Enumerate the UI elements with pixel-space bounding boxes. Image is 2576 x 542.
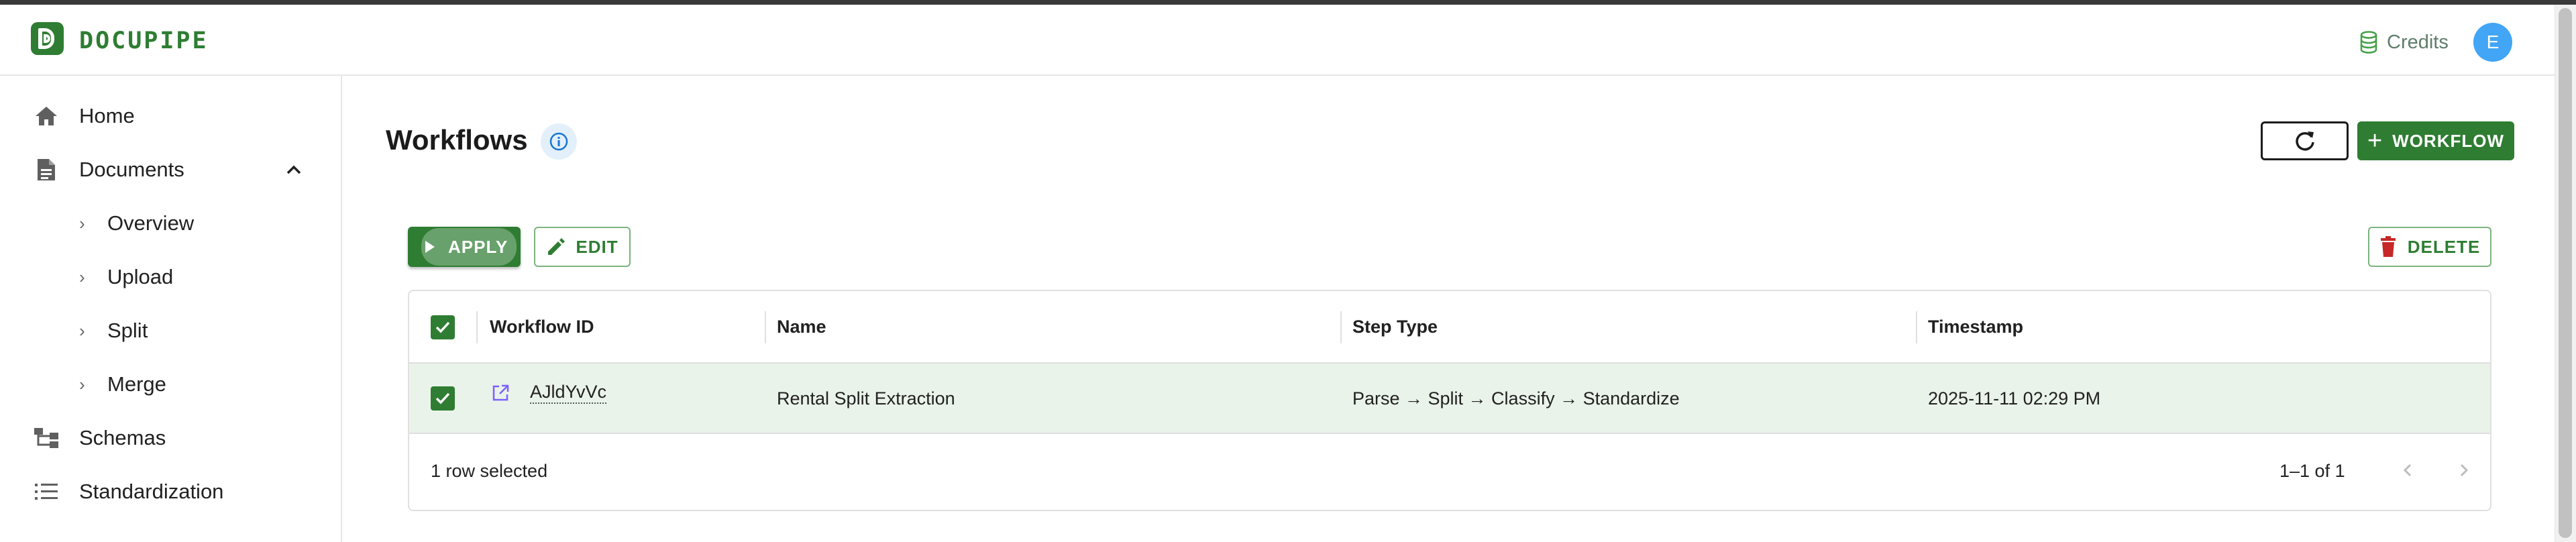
info-icon[interactable] [541,123,577,160]
chevron-right-icon: › [79,213,85,233]
sidebar-item-label: Upload [107,265,174,288]
credits-label: Credits [2387,31,2449,53]
chevron-right-icon [2460,464,2469,477]
table-row[interactable]: AJldYvVc Rental Split Extraction Parse →… [409,364,2490,434]
app-bar: DOCUPIPE Credits E [0,5,2555,76]
sidebar-item-overview[interactable]: › Overview [0,197,341,250]
schema-tree-icon [32,424,60,452]
delete-label: DELETE [2407,236,2481,257]
workflow-name: Rental Split Extraction [777,388,955,409]
selected-row-count: 1 row selected [431,461,548,481]
sidebar-item-home[interactable]: Home [0,89,341,143]
page-title: Workflows [386,124,528,156]
delete-button[interactable]: DELETE [2368,227,2491,267]
sidebar: Home Documents › Overview › Upload › Spl… [0,76,342,542]
workflow-timestamp: 2025-11-11 02:29 PM [1928,388,2101,409]
previous-page-button[interactable] [2395,457,2422,484]
refresh-button[interactable] [2261,121,2349,160]
add-workflow-button[interactable]: + WORKFLOW [2357,121,2514,160]
column-header-workflow-id[interactable]: Workflow ID [490,317,594,337]
column-separator[interactable] [1340,311,1342,343]
list-icon [32,478,60,506]
column-separator[interactable] [476,311,478,343]
sidebar-item-standardization[interactable]: Standardization [0,465,341,519]
pencil-icon [548,238,566,255]
scrollbar-thumb[interactable] [2559,8,2572,538]
checkmark-icon [435,392,450,404]
document-icon [32,156,60,184]
docupipe-logo-icon[interactable] [31,22,64,55]
sidebar-item-label: Merge [107,372,166,396]
checkmark-icon [435,321,450,333]
pagination-range: 1–1 of 1 [2279,461,2345,481]
sidebar-item-documents[interactable]: Documents [0,143,341,197]
database-icon [2360,31,2377,54]
sidebar-item-split[interactable]: › Split [0,304,341,358]
edit-label: EDIT [576,236,619,257]
row-checkbox[interactable] [431,386,455,411]
column-header-timestamp[interactable]: Timestamp [1928,317,2023,337]
column-separator[interactable] [765,311,766,343]
sidebar-item-schemas[interactable]: Schemas [0,411,341,465]
brand-name[interactable]: DOCUPIPE [79,28,209,54]
workflow-id-link[interactable]: AJldYvVc [491,382,607,404]
user-avatar[interactable]: E [2473,23,2512,62]
main-content: Workflows + WORKFLOW APPLY EDIT DELETE W… [342,76,2555,542]
sidebar-item-label: Standardization [79,480,224,503]
sidebar-item-label: Documents [79,158,184,181]
trash-icon [2380,236,2396,257]
workflow-id[interactable]: AJldYvVc [530,382,607,404]
sidebar-item-label: Overview [107,211,195,235]
chevron-up-icon[interactable] [282,158,306,182]
sidebar-item-label: Home [79,104,135,127]
column-header-name[interactable]: Name [777,317,826,337]
table-footer: 1 row selected 1–1 of 1 [409,434,2490,510]
plus-icon: + [2367,127,2383,155]
sidebar-item-label: Split [107,319,148,342]
column-separator[interactable] [1916,311,1917,343]
next-page-button[interactable] [2450,457,2477,484]
open-in-new-icon [492,384,509,401]
chevron-right-icon: › [79,266,85,287]
apply-button[interactable]: APPLY [408,227,521,267]
add-workflow-label: WORKFLOW [2392,130,2505,151]
refresh-icon [2295,131,2314,151]
chevron-right-icon: › [79,320,85,341]
edit-button[interactable]: EDIT [534,227,631,267]
sidebar-item-upload[interactable]: › Upload [0,250,341,304]
play-icon [425,241,435,253]
workflows-table: Workflow ID Name Step Type Timestamp AJl… [408,290,2491,511]
sidebar-item-label: Schemas [79,426,166,449]
credits-button[interactable]: Credits [2360,29,2449,56]
window-top-strip [0,0,2576,5]
select-all-checkbox[interactable] [431,315,455,339]
home-icon [32,102,60,130]
column-header-step-type[interactable]: Step Type [1352,317,1438,337]
chevron-left-icon [2403,464,2412,477]
sidebar-item-merge[interactable]: › Merge [0,358,341,411]
workflow-step-type: Parse → Split → Classify → Standardize [1352,388,1680,409]
chevron-right-icon: › [79,374,85,394]
table-header: Workflow ID Name Step Type Timestamp [409,291,2490,364]
apply-label: APPLY [448,236,508,257]
